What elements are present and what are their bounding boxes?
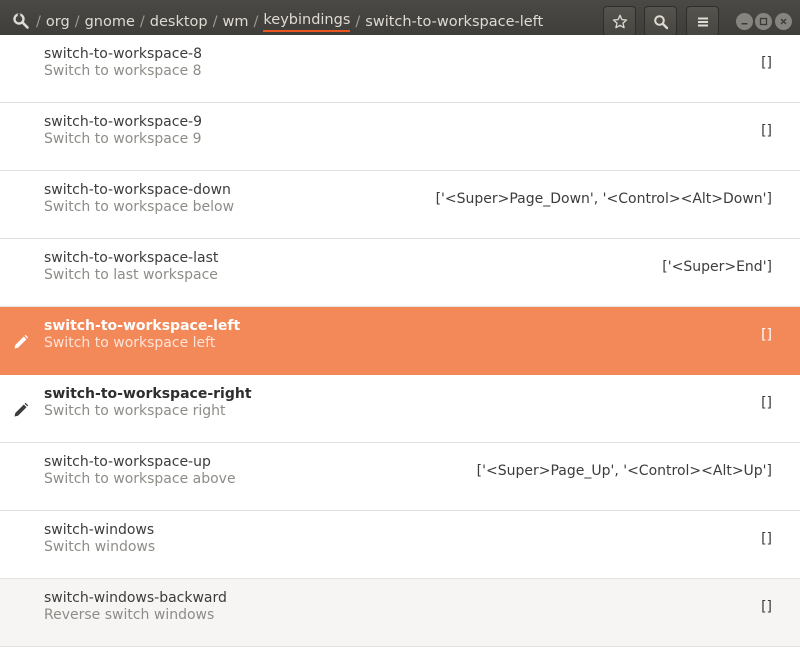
key-summary: Switch to workspace 8 <box>44 63 202 79</box>
breadcrumb-separator: / <box>139 13 145 30</box>
breadcrumb-separator: / <box>253 13 259 30</box>
breadcrumb-item-gnome[interactable]: gnome <box>85 14 135 30</box>
list-item-key[interactable]: switch-to-workspace-last Switch to last … <box>0 239 800 307</box>
list-item-key[interactable]: switch-windows Switch windows [] <box>0 511 800 579</box>
key-name: switch-windows <box>44 522 155 538</box>
search-icon <box>653 14 669 30</box>
key-summary: Reverse switch windows <box>44 607 215 623</box>
minimize-icon <box>740 17 749 26</box>
list-item-key[interactable]: switch-windows-backward Reverse switch w… <box>0 579 800 647</box>
key-summary: Switch to last workspace <box>44 267 218 283</box>
key-value: [] <box>761 531 772 547</box>
key-value: [] <box>761 123 772 139</box>
maximize-icon <box>759 17 768 26</box>
breadcrumb-separator: / <box>212 13 218 30</box>
key-name: switch-windows-backward <box>44 590 227 606</box>
key-value: [] <box>761 599 772 615</box>
key-summary: Switch to workspace 9 <box>44 131 202 147</box>
list-item-key[interactable]: switch-to-workspace-9 Switch to workspac… <box>0 103 800 171</box>
list-item-key[interactable]: switch-to-workspace-right Switch to work… <box>0 375 800 443</box>
key-summary: Switch windows <box>44 539 156 555</box>
search-button[interactable] <box>644 6 677 37</box>
keys-list: switch-to-workspace-8 Switch to workspac… <box>0 35 800 647</box>
key-value: [] <box>761 327 772 343</box>
menu-button[interactable] <box>686 6 719 37</box>
key-name: switch-to-workspace-last <box>44 250 219 266</box>
list-item-key-selected[interactable]: switch-to-workspace-left Switch to works… <box>0 307 800 375</box>
close-window-button[interactable] <box>775 13 792 30</box>
key-summary: Switch to workspace above <box>44 471 236 487</box>
key-summary: Switch to workspace below <box>44 199 235 215</box>
key-value: ['<Super>End'] <box>662 259 772 275</box>
key-value: [] <box>761 55 772 71</box>
key-value: ['<Super>Page_Up', '<Control><Alt>Up'] <box>476 463 772 479</box>
key-name: switch-to-workspace-right <box>44 386 252 402</box>
dconf-editor-icon <box>12 12 30 30</box>
hamburger-menu-icon <box>696 15 710 29</box>
minimize-window-button[interactable] <box>736 13 753 30</box>
list-item-key[interactable]: switch-to-workspace-up Switch to workspa… <box>0 443 800 511</box>
breadcrumb-item-keybindings[interactable]: keybindings <box>263 11 351 32</box>
pencil-icon <box>12 333 30 351</box>
key-name: switch-to-workspace-left <box>44 318 241 334</box>
star-icon <box>612 14 628 30</box>
key-value: ['<Super>Page_Down', '<Control><Alt>Down… <box>435 191 772 207</box>
key-value: [] <box>761 395 772 411</box>
breadcrumb-item-wm[interactable]: wm <box>223 14 249 30</box>
close-icon <box>779 17 788 26</box>
breadcrumb-separator: / <box>36 13 41 30</box>
breadcrumb-separator: / <box>74 13 80 30</box>
key-summary: Switch to workspace right <box>44 403 226 419</box>
bookmark-button[interactable] <box>603 6 636 37</box>
key-summary: Switch to workspace left <box>44 335 216 351</box>
breadcrumb-item-desktop[interactable]: desktop <box>150 14 208 30</box>
key-name: switch-to-workspace-down <box>44 182 231 198</box>
breadcrumb-item-org[interactable]: org <box>46 14 70 30</box>
breadcrumb-separator: / <box>355 13 361 30</box>
key-name: switch-to-workspace-up <box>44 454 211 470</box>
key-name: switch-to-workspace-9 <box>44 114 203 130</box>
list-item-key[interactable]: switch-to-workspace-8 Switch to workspac… <box>0 35 800 103</box>
breadcrumb-item-current-key[interactable]: switch-to-workspace-left <box>365 14 543 30</box>
list-item-key[interactable]: switch-to-workspace-down Switch to works… <box>0 171 800 239</box>
key-name: switch-to-workspace-8 <box>44 46 203 62</box>
maximize-window-button[interactable] <box>755 13 772 30</box>
pencil-icon <box>12 401 30 419</box>
